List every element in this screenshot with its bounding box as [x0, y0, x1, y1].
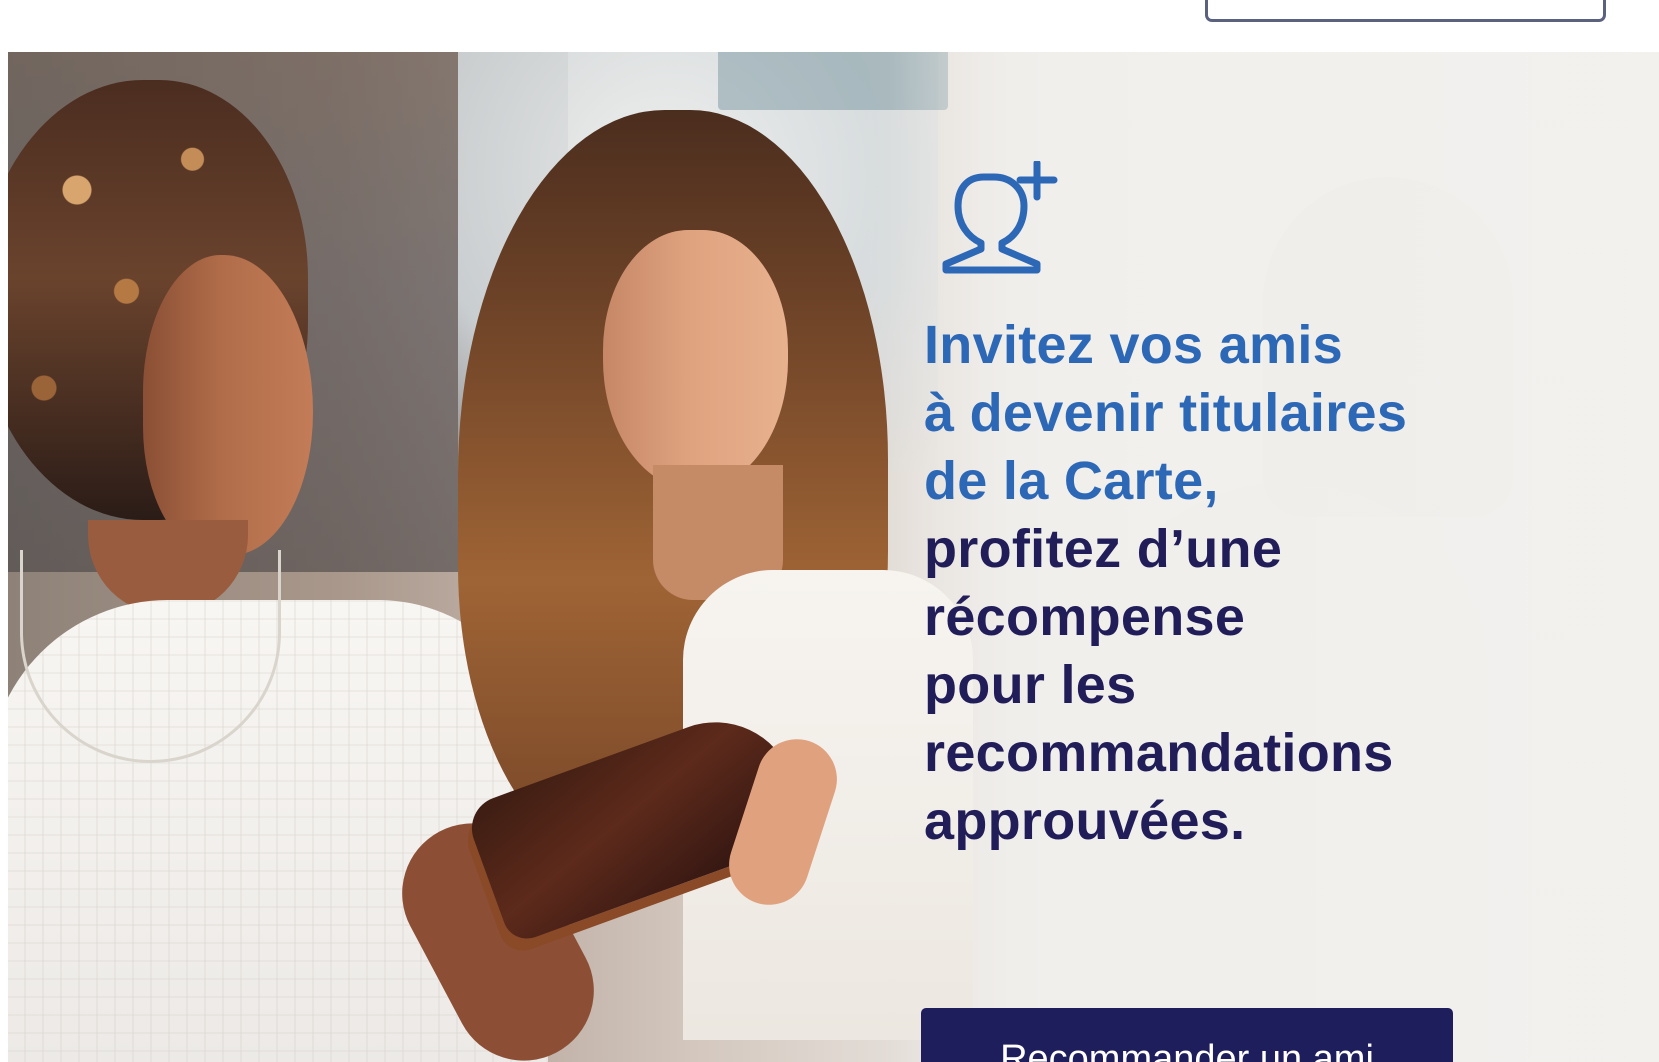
- headline-line: recommandations: [924, 723, 1394, 783]
- face-shape: [603, 230, 788, 490]
- headline-line: récompense: [924, 587, 1246, 647]
- add-user-icon: [942, 161, 1058, 274]
- top-outline-button[interactable]: [1205, 0, 1606, 22]
- headline-line: pour les: [924, 655, 1137, 715]
- referral-page: Invitez vos amis à devenir titulaires de…: [0, 0, 1659, 1062]
- headline-line: de la Carte,: [924, 451, 1219, 511]
- headline-line: à devenir titulaires: [924, 383, 1408, 443]
- headline-line: Invitez vos amis: [924, 315, 1343, 375]
- refer-friend-button[interactable]: Recommander un ami: [921, 1008, 1453, 1062]
- headline-line: approuvées.: [924, 791, 1246, 851]
- left-edge-divider: [0, 52, 8, 1062]
- referral-message-panel: Invitez vos amis à devenir titulaires de…: [916, 135, 1581, 1062]
- referral-banner: Invitez vos amis à devenir titulaires de…: [8, 52, 1659, 1062]
- referral-headline: Invitez vos amis à devenir titulaires de…: [924, 311, 1514, 855]
- top-strip: [0, 0, 1659, 53]
- headline-line: profitez d’une: [924, 519, 1283, 579]
